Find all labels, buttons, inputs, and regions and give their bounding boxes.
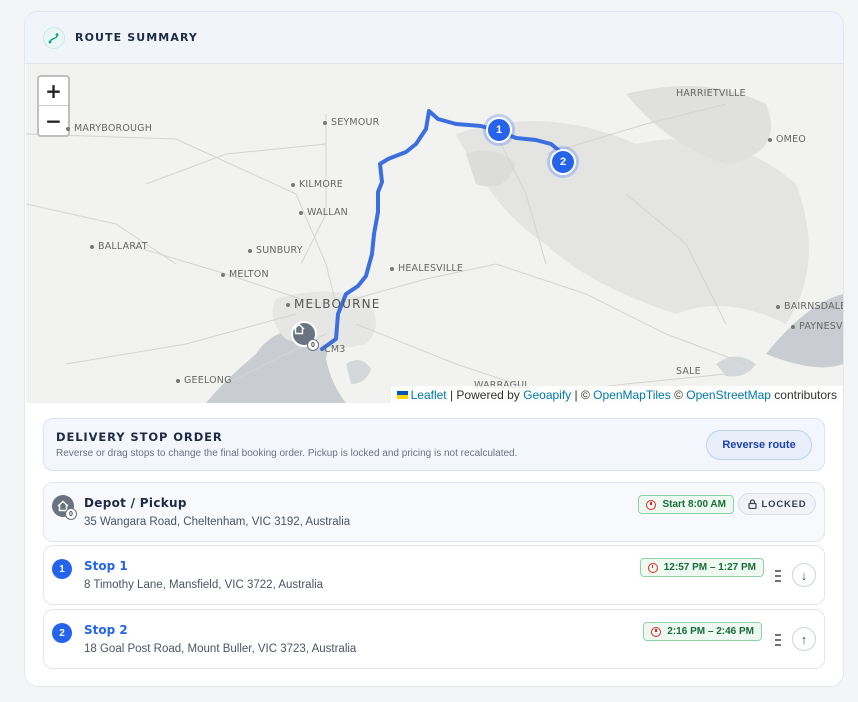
stop-name: Depot / Pickup bbox=[84, 496, 187, 510]
attribution-contributors: contributors bbox=[770, 387, 837, 402]
place-melbourne: MELBOURNE bbox=[286, 297, 381, 311]
zoom-in-button[interactable]: + bbox=[39, 77, 68, 106]
stop-name: Stop 1 bbox=[84, 559, 128, 573]
place-geelong: GEELONG bbox=[176, 375, 232, 386]
place-cm3: CM3 bbox=[324, 344, 346, 355]
delivery-stop-order-panel: DELIVERY STOP ORDER Reverse or drag stop… bbox=[43, 418, 825, 471]
stop-address: 18 Goal Post Road, Mount Buller, VIC 372… bbox=[84, 643, 357, 655]
stop-time: 12:57 PM – 1:27 PM bbox=[663, 562, 756, 573]
lock-icon bbox=[747, 499, 757, 509]
stop-address: 35 Wangara Road, Cheltenham, VIC 3192, A… bbox=[84, 516, 351, 528]
place-omeo: OMEO bbox=[768, 134, 806, 145]
openmaptiles-link[interactable]: OpenMapTiles bbox=[593, 388, 671, 402]
geoapify-link[interactable]: Geoapify bbox=[523, 388, 571, 402]
place-healesville: HEALESVILLE bbox=[390, 263, 463, 274]
alarm-clock-icon bbox=[647, 562, 658, 573]
place-melton: MELTON bbox=[221, 269, 269, 280]
map-attribution: Leaflet | Powered by Geoapify | © OpenMa… bbox=[390, 386, 843, 403]
place-seymour: SEYMOUR bbox=[323, 117, 379, 128]
map-stop-2-marker[interactable]: 2 bbox=[550, 149, 576, 175]
route-icon bbox=[43, 26, 65, 49]
home-icon bbox=[293, 323, 305, 335]
map-tiles bbox=[26, 64, 843, 403]
ukraine-flag-icon bbox=[396, 390, 408, 399]
place-sale: SALE bbox=[676, 366, 701, 377]
stop-time: 2:16 PM – 2:46 PM bbox=[667, 626, 754, 637]
stop-depot-row: 0 Depot / Pickup 35 Wangara Road, Chelte… bbox=[43, 482, 825, 542]
openstreetmap-link[interactable]: OpenStreetMap bbox=[686, 388, 771, 402]
place-maryborough: MARYBOROUGH bbox=[66, 123, 152, 134]
route-map[interactable]: + − HARRIETVILLE MARYBOROUGH SEYMOUR OME… bbox=[26, 64, 843, 403]
depot-badge: 0 bbox=[65, 508, 77, 520]
place-wallan: WALLAN bbox=[299, 207, 348, 218]
locked-badge: LOCKED bbox=[738, 493, 816, 515]
drag-handle-icon[interactable] bbox=[775, 634, 781, 646]
place-ballarat: BALLARAT bbox=[90, 241, 148, 252]
attribution-powered: | Powered by bbox=[446, 387, 524, 402]
stop-time-badge: 2:16 PM – 2:46 PM bbox=[643, 622, 762, 641]
stop-1-row[interactable]: 1 Stop 1 8 Timothy Lane, Mansfield, VIC … bbox=[43, 545, 825, 605]
stop-time-badge: 12:57 PM – 1:27 PM bbox=[639, 558, 764, 577]
place-sunbury: SUNBURY bbox=[248, 245, 303, 256]
stop-address: 8 Timothy Lane, Mansfield, VIC 3722, Aus… bbox=[84, 579, 324, 591]
move-down-button[interactable]: ↓ bbox=[792, 563, 816, 587]
move-up-button[interactable]: ↑ bbox=[792, 627, 816, 651]
order-subtitle: Reverse or drag stops to change the fina… bbox=[56, 448, 518, 459]
stop-2-row[interactable]: 2 Stop 2 18 Goal Post Road, Mount Buller… bbox=[43, 609, 825, 669]
reverse-route-button[interactable]: Reverse route bbox=[706, 430, 812, 460]
zoom-out-button[interactable]: − bbox=[39, 106, 68, 135]
attribution-sep: | © bbox=[571, 387, 594, 402]
place-paynesville: PAYNESV bbox=[791, 321, 843, 332]
route-summary-card: ROUTE SUMMARY + − HARRIETVILLE MARYBOROU… bbox=[24, 11, 844, 687]
stop-name: Stop 2 bbox=[84, 623, 128, 637]
stop-number-badge: 2 bbox=[52, 623, 72, 643]
card-title: ROUTE SUMMARY bbox=[75, 31, 198, 44]
alarm-clock-icon bbox=[646, 499, 657, 510]
stop-time-badge: Start 8:00 AM bbox=[638, 495, 734, 514]
order-title: DELIVERY STOP ORDER bbox=[56, 430, 223, 444]
card-header: ROUTE SUMMARY bbox=[25, 12, 843, 64]
leaflet-link[interactable]: Leaflet bbox=[411, 388, 447, 402]
map-stop-1-marker[interactable]: 1 bbox=[486, 117, 512, 143]
locked-label: LOCKED bbox=[761, 498, 807, 510]
attribution-copy: © bbox=[670, 387, 687, 402]
alarm-clock-icon bbox=[651, 626, 662, 637]
stop-number-badge: 1 bbox=[52, 559, 72, 579]
stop-time: Start 8:00 AM bbox=[662, 499, 726, 510]
place-kilmore: KILMORE bbox=[291, 179, 343, 190]
map-depot-badge: 0 bbox=[307, 339, 319, 351]
place-harrietville: HARRIETVILLE bbox=[676, 88, 746, 99]
place-bairnsdale: BAIRNSDALE bbox=[776, 301, 843, 312]
drag-handle-icon[interactable] bbox=[775, 570, 781, 582]
